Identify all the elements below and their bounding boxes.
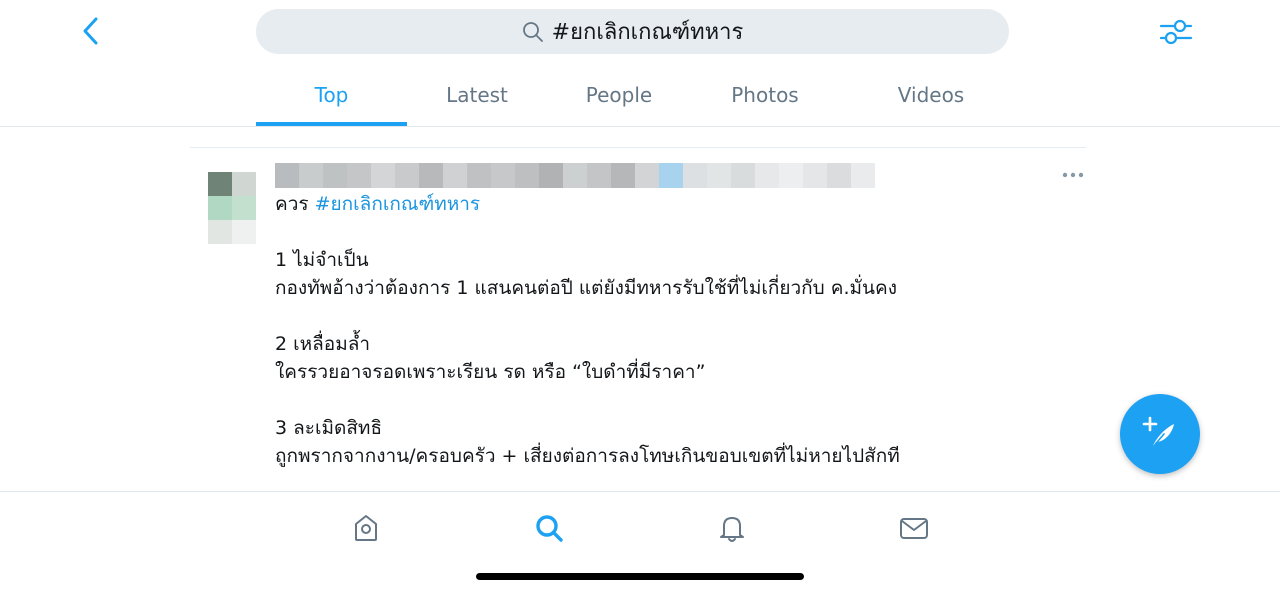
tweet-line: 1 ไม่จำเป็น — [275, 249, 369, 271]
tweet-line: ถูกพรากจากงาน/ครอบครัว + เสี่ยงต่อการลงโ… — [275, 445, 900, 467]
tab-videos[interactable]: Videos — [839, 64, 1023, 126]
hashtag-link[interactable]: #ยกเลิกเกณฑ์ทหาร — [315, 193, 481, 215]
tweet-line: ควร #ยกเลิกเกณฑ์ทหาร — [275, 190, 1035, 218]
home-icon — [355, 515, 377, 541]
home-indicator — [476, 573, 804, 580]
sliders-icon — [1159, 19, 1193, 45]
tweet-line: ใครรวยอาจรอดเพราะเรียน รด หรือ “ใบดำที่ม… — [275, 361, 706, 383]
search-icon — [522, 21, 543, 42]
tweet-line: 3 ละเมิดสิทธิ — [275, 417, 383, 439]
nav-messages[interactable] — [894, 508, 934, 548]
tweet-text-prefix: ควร — [275, 193, 315, 215]
nav-search[interactable] — [529, 508, 569, 548]
tab-people[interactable]: People — [547, 64, 691, 126]
search-icon — [536, 515, 563, 542]
search-tabs: Top Latest People Photos Videos — [0, 64, 1280, 126]
redacted-user-name[interactable] — [275, 163, 875, 188]
divider — [0, 126, 1280, 127]
tweet-line: 2 เหลื่อมล้ำ — [275, 333, 371, 355]
divider — [190, 147, 1086, 148]
search-query-text: #ยกเลิกเกณฑ์ทหาร — [551, 20, 744, 45]
nav-notifications[interactable] — [712, 508, 752, 548]
avatar[interactable] — [208, 172, 256, 244]
compose-tweet-button[interactable] — [1120, 394, 1200, 474]
tab-photos[interactable]: Photos — [691, 64, 839, 126]
tweet-line: กองทัพอ้างว่าต้องการ 1 แสนคนต่อปี แต่ยัง… — [275, 277, 898, 299]
tweet-more-button[interactable] — [1058, 160, 1088, 190]
more-horizontal-icon — [1062, 172, 1084, 178]
mail-icon — [900, 518, 928, 539]
search-input[interactable]: #ยกเลิกเกณฑ์ทหาร — [256, 9, 1009, 54]
chevron-left-icon — [83, 17, 98, 45]
back-button[interactable] — [74, 14, 108, 48]
nav-home[interactable] — [346, 508, 386, 548]
tweet-text: ควร #ยกเลิกเกณฑ์ทหาร 1 ไม่จำเป็น กองทัพอ… — [275, 190, 1035, 470]
tab-top[interactable]: Top — [256, 64, 407, 126]
bell-icon — [720, 517, 744, 542]
compose-tweet-icon — [1142, 416, 1174, 449]
tab-latest[interactable]: Latest — [407, 64, 547, 126]
search-filter-button[interactable] — [1158, 14, 1194, 50]
